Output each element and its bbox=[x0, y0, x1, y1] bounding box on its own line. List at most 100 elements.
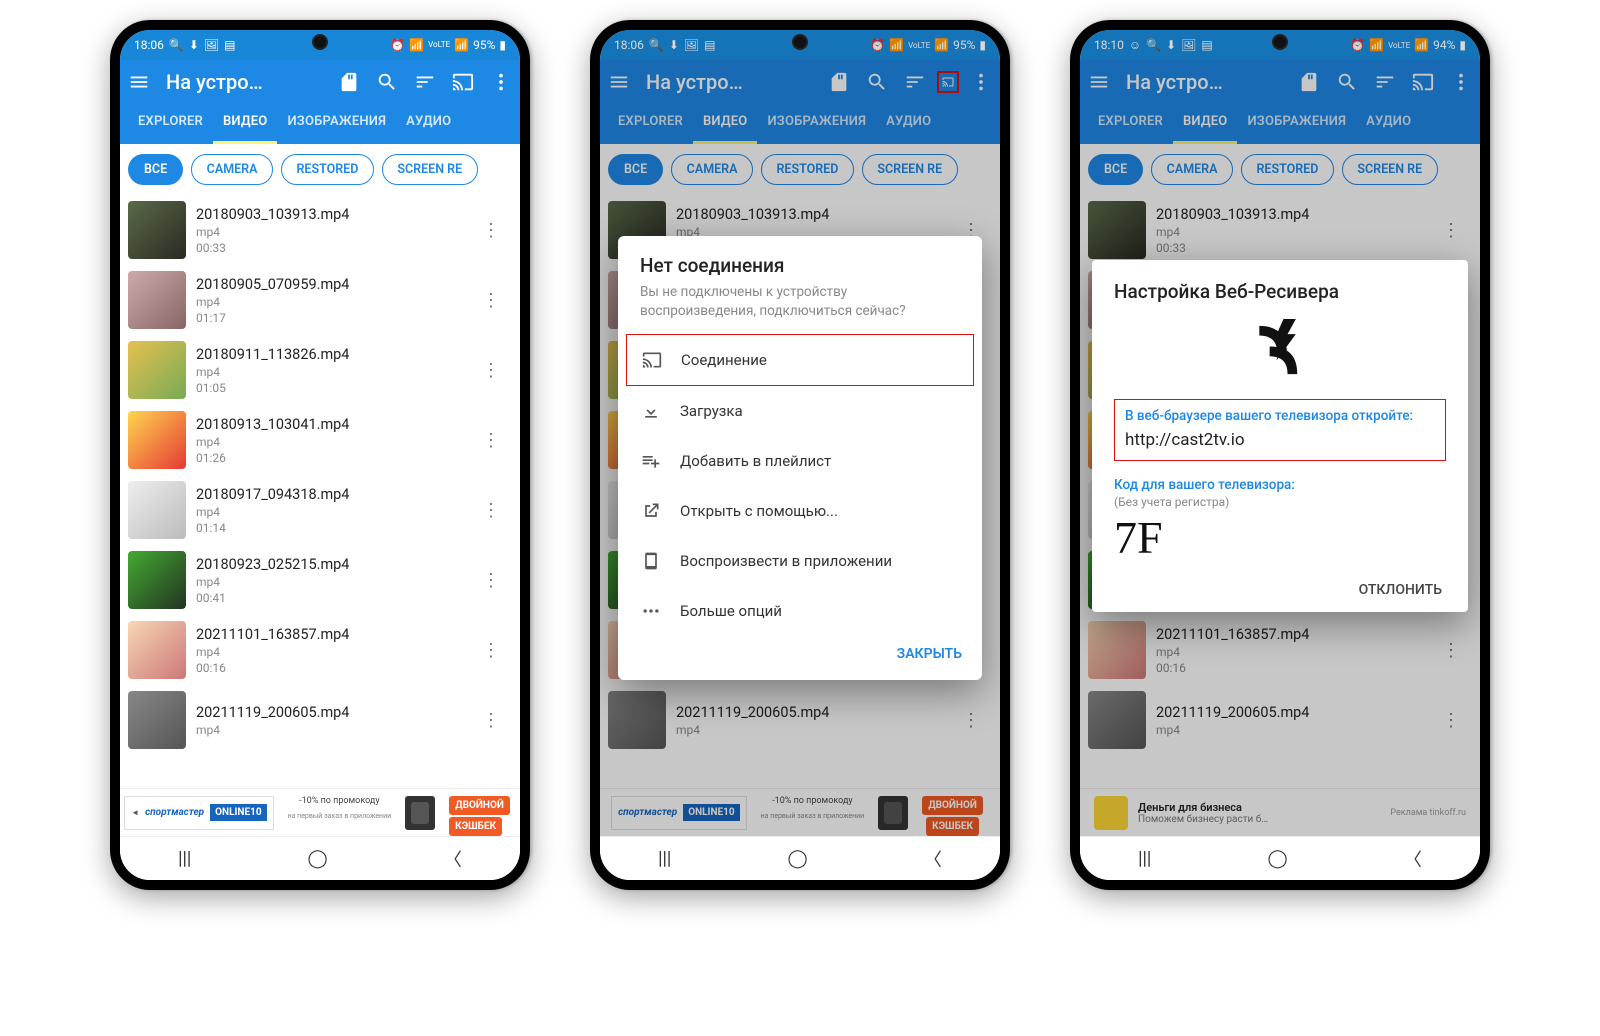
chip-camera[interactable]: CAMERA bbox=[671, 154, 753, 185]
file-name: 20180913_103041.mp4 bbox=[196, 416, 464, 433]
row-menu-icon[interactable]: ⋮ bbox=[474, 212, 508, 249]
file-row[interactable]: 20180903_103913.mp4mp400:33⋮ bbox=[1080, 195, 1480, 265]
ad-banner[interactable]: ◄ спортмастер ONLINE10 -10% по промокоду… bbox=[120, 788, 520, 836]
ad-banner[interactable]: спортмастер ONLINE10 -10% по промокодуна… bbox=[600, 788, 1000, 836]
row-menu-icon[interactable]: ⋮ bbox=[954, 702, 988, 739]
more-icon[interactable] bbox=[490, 71, 512, 93]
file-row[interactable]: 20180923_025215.mp4mp400:41⋮ bbox=[120, 545, 520, 615]
cast-icon[interactable] bbox=[1412, 71, 1434, 93]
file-row[interactable]: 20211119_200605.mp4mp4⋮ bbox=[1080, 685, 1480, 755]
file-list[interactable]: 20180903_103913.mp4mp400:33⋮20180905_070… bbox=[120, 195, 520, 788]
more-icon[interactable] bbox=[970, 71, 992, 93]
file-row[interactable]: 20180903_103913.mp4mp400:33⋮ bbox=[120, 195, 520, 265]
row-menu-icon[interactable]: ⋮ bbox=[474, 282, 508, 319]
chip-camera[interactable]: CAMERA bbox=[1151, 154, 1233, 185]
dismiss-button[interactable]: ОТКЛОНИТЬ bbox=[1114, 564, 1446, 602]
row-menu-icon[interactable]: ⋮ bbox=[474, 702, 508, 739]
row-menu-icon[interactable]: ⋮ bbox=[474, 562, 508, 599]
nav-home-icon[interactable]: ◯ bbox=[1268, 848, 1288, 869]
nav-home-icon[interactable]: ◯ bbox=[308, 848, 328, 869]
option-playinapp[interactable]: Воспроизвести в приложении bbox=[618, 536, 982, 586]
dialog-close-button[interactable]: ЗАКРЫТЬ bbox=[618, 636, 982, 672]
file-name: 20180917_094318.mp4 bbox=[196, 486, 464, 503]
chip-restored[interactable]: RESTORED bbox=[761, 154, 854, 185]
row-menu-icon[interactable]: ⋮ bbox=[1434, 212, 1468, 249]
tab-audio[interactable]: АУДИО bbox=[876, 104, 941, 144]
option-openwith-label: Открыть с помощью... bbox=[680, 502, 838, 520]
chip-screenrec[interactable]: SCREEN RE bbox=[862, 154, 958, 185]
chip-all[interactable]: ВСЕ bbox=[608, 154, 663, 185]
tab-video[interactable]: ВИДЕО bbox=[693, 104, 758, 144]
nav-back-icon[interactable]: 〈 bbox=[444, 846, 462, 872]
app-bar: На устро… EXPLORER ВИДЕО ИЗОБРАЖЕНИЯ АУД… bbox=[120, 60, 520, 144]
tab-explorer[interactable]: EXPLORER bbox=[128, 104, 213, 144]
tab-explorer[interactable]: EXPLORER bbox=[608, 104, 693, 144]
video-thumbnail bbox=[128, 481, 186, 539]
more-icon[interactable] bbox=[1450, 71, 1472, 93]
sd-card-icon[interactable] bbox=[1298, 71, 1320, 93]
option-more[interactable]: Больше опций bbox=[618, 586, 982, 636]
file-row[interactable]: 20211101_163857.mp4mp400:16⋮ bbox=[1080, 615, 1480, 685]
row-menu-icon[interactable]: ⋮ bbox=[474, 422, 508, 459]
search-icon[interactable] bbox=[376, 71, 398, 93]
option-connect[interactable]: Соединение bbox=[626, 334, 974, 386]
nav-back-icon[interactable]: 〈 bbox=[1404, 846, 1422, 872]
menu-icon[interactable] bbox=[608, 71, 630, 93]
cast-icon[interactable] bbox=[937, 71, 959, 93]
nav-recent-icon[interactable]: ||| bbox=[1138, 848, 1151, 869]
chip-screenrec[interactable]: SCREEN RE bbox=[1342, 154, 1438, 185]
file-name: 20211119_200605.mp4 bbox=[1156, 704, 1424, 721]
file-row[interactable]: 20180913_103041.mp4mp401:26⋮ bbox=[120, 405, 520, 475]
tab-audio[interactable]: АУДИО bbox=[396, 104, 461, 144]
sd-card-icon[interactable] bbox=[828, 71, 850, 93]
option-openwith[interactable]: Открыть с помощью... bbox=[618, 486, 982, 536]
menu-icon[interactable] bbox=[128, 71, 150, 93]
front-camera bbox=[312, 34, 328, 50]
sort-icon[interactable] bbox=[904, 71, 926, 93]
tab-video[interactable]: ВИДЕО bbox=[1173, 104, 1238, 144]
search-icon[interactable] bbox=[1336, 71, 1358, 93]
row-menu-icon[interactable]: ⋮ bbox=[1434, 632, 1468, 669]
file-row[interactable]: 20180905_070959.mp4mp401:17⋮ bbox=[120, 265, 520, 335]
chip-camera[interactable]: CAMERA bbox=[191, 154, 273, 185]
menu-icon[interactable] bbox=[1088, 71, 1110, 93]
file-row[interactable]: 20211101_163857.mp4mp400:16⋮ bbox=[120, 615, 520, 685]
nav-back-icon[interactable]: 〈 bbox=[924, 846, 942, 872]
option-playlist[interactable]: Добавить в плейлист bbox=[618, 436, 982, 486]
row-menu-icon[interactable]: ⋮ bbox=[474, 632, 508, 669]
tab-explorer[interactable]: EXPLORER bbox=[1088, 104, 1173, 144]
playlist-add-icon bbox=[640, 450, 662, 472]
video-thumbnail bbox=[128, 271, 186, 329]
sort-icon[interactable] bbox=[1374, 71, 1396, 93]
sort-icon[interactable] bbox=[414, 71, 436, 93]
cards-icon: ▤ bbox=[224, 38, 235, 52]
ad-banner[interactable]: Деньги для бизнеса Поможем бизнесу расти… bbox=[1080, 788, 1480, 836]
file-row[interactable]: 20180917_094318.mp4mp401:14⋮ bbox=[120, 475, 520, 545]
search-icon[interactable] bbox=[866, 71, 888, 93]
nav-recent-icon[interactable]: ||| bbox=[658, 848, 671, 869]
chip-all[interactable]: ВСЕ bbox=[1088, 154, 1143, 185]
nav-home-icon[interactable]: ◯ bbox=[788, 848, 808, 869]
sd-card-icon[interactable] bbox=[338, 71, 360, 93]
nav-recent-icon[interactable]: ||| bbox=[178, 848, 191, 869]
file-ext: mp4 bbox=[196, 225, 464, 239]
row-menu-icon[interactable]: ⋮ bbox=[1434, 702, 1468, 739]
tab-images[interactable]: ИЗОБРАЖЕНИЯ bbox=[1237, 104, 1356, 144]
file-row[interactable]: 20211119_200605.mp4mp4⋮ bbox=[600, 685, 1000, 755]
chip-restored[interactable]: RESTORED bbox=[1241, 154, 1334, 185]
chip-restored[interactable]: RESTORED bbox=[281, 154, 374, 185]
tab-images[interactable]: ИЗОБРАЖЕНИЯ bbox=[757, 104, 876, 144]
row-menu-icon[interactable]: ⋮ bbox=[474, 352, 508, 389]
chip-screenrec[interactable]: SCREEN RE bbox=[382, 154, 478, 185]
file-row[interactable]: 20180911_113826.mp4mp401:05⋮ bbox=[120, 335, 520, 405]
row-menu-icon[interactable]: ⋮ bbox=[474, 492, 508, 529]
tab-audio[interactable]: АУДИО bbox=[1356, 104, 1421, 144]
option-download[interactable]: Загрузка bbox=[618, 386, 982, 436]
video-thumbnail bbox=[128, 551, 186, 609]
cast-icon[interactable] bbox=[452, 71, 474, 93]
tab-images[interactable]: ИЗОБРАЖЕНИЯ bbox=[277, 104, 396, 144]
ad-brand: спортмастер bbox=[145, 807, 204, 818]
chip-all[interactable]: ВСЕ bbox=[128, 154, 183, 185]
file-row[interactable]: 20211119_200605.mp4mp4⋮ bbox=[120, 685, 520, 755]
tab-video[interactable]: ВИДЕО bbox=[213, 104, 278, 144]
